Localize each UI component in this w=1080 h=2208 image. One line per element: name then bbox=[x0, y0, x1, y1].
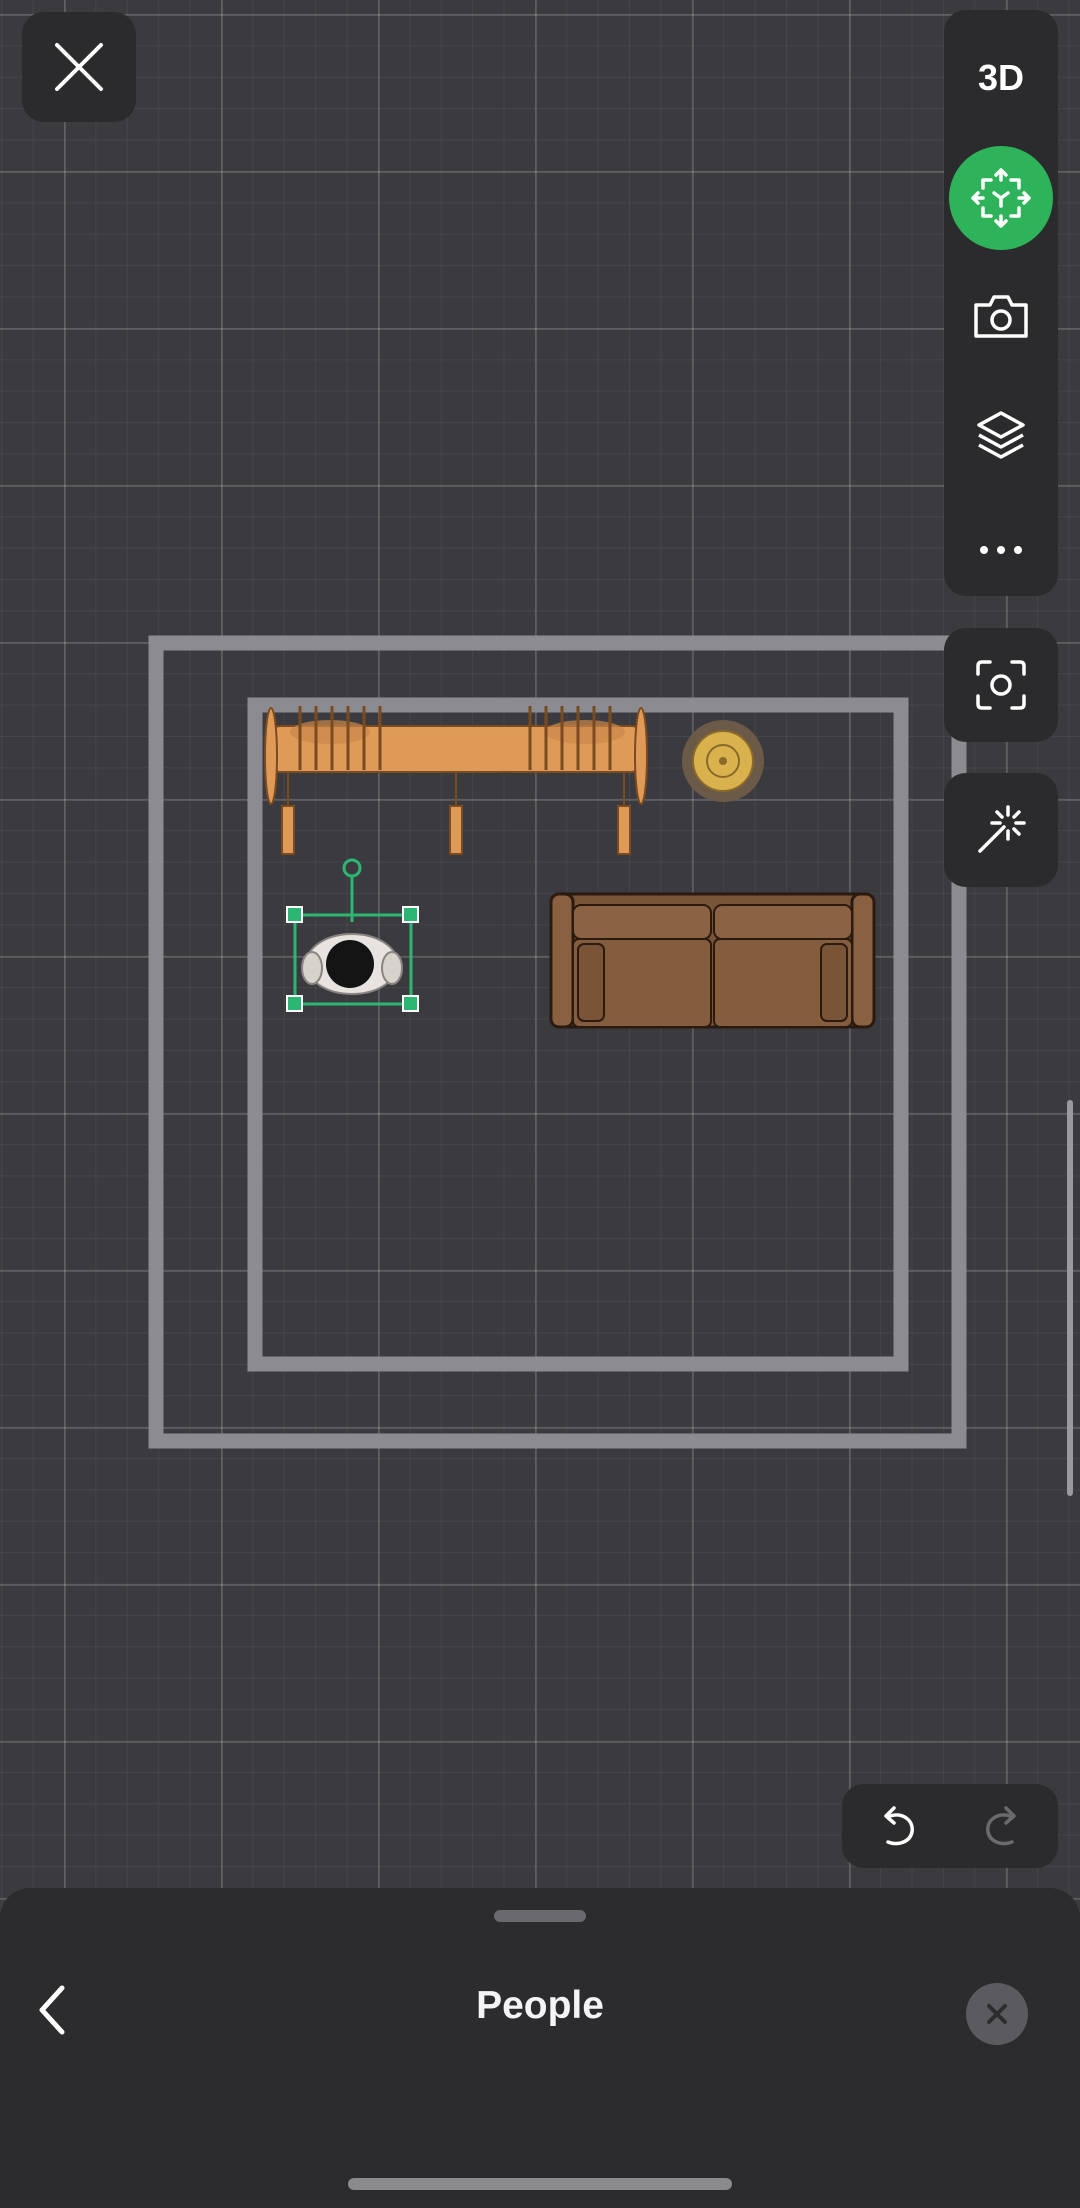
resize-handle[interactable] bbox=[402, 906, 419, 923]
scan-frame-icon bbox=[976, 660, 1026, 710]
camera-button[interactable] bbox=[944, 276, 1058, 356]
more-icon bbox=[980, 546, 1022, 554]
sheet-grabber[interactable] bbox=[494, 1910, 586, 1922]
close-button[interactable] bbox=[22, 12, 136, 122]
history-controls bbox=[842, 1784, 1058, 1868]
resize-handle[interactable] bbox=[286, 995, 303, 1012]
sheet-title: People bbox=[476, 1984, 604, 2027]
camera-icon bbox=[974, 295, 1028, 338]
floor-plan-canvas[interactable] bbox=[0, 0, 1080, 1888]
resize-handle[interactable] bbox=[402, 995, 419, 1012]
redo-button[interactable] bbox=[966, 1790, 1038, 1862]
layers-icon bbox=[977, 411, 1025, 459]
sofa[interactable] bbox=[549, 892, 876, 1029]
more-button[interactable] bbox=[944, 515, 1058, 585]
home-indicator bbox=[348, 2178, 732, 2190]
right-toolbar: 3D bbox=[944, 10, 1058, 596]
back-button[interactable] bbox=[22, 1970, 82, 2050]
inner-room-wall[interactable] bbox=[247, 697, 909, 1372]
redo-icon bbox=[986, 1806, 1016, 1846]
clear-button[interactable] bbox=[966, 1983, 1028, 2045]
close-icon bbox=[55, 43, 103, 91]
layers-button[interactable] bbox=[944, 395, 1058, 475]
bench-with-chairs[interactable] bbox=[264, 706, 648, 855]
chevron-left-icon bbox=[39, 1985, 65, 2035]
rotate-handle[interactable] bbox=[342, 858, 362, 878]
move-mode-button[interactable] bbox=[944, 134, 1058, 262]
clear-icon bbox=[987, 2004, 1007, 2024]
round-side-table[interactable] bbox=[682, 720, 764, 802]
view-3d-label: 3D bbox=[977, 57, 1025, 98]
person[interactable] bbox=[286, 858, 419, 1012]
undo-button[interactable] bbox=[862, 1790, 934, 1862]
vertical-scrollbar[interactable] bbox=[1067, 1100, 1073, 1496]
resize-handle[interactable] bbox=[286, 906, 303, 923]
view-3d-toggle[interactable]: 3D bbox=[944, 38, 1058, 118]
magic-button[interactable] bbox=[944, 773, 1058, 887]
move-arrows-icon bbox=[971, 168, 1031, 228]
undo-icon bbox=[884, 1806, 914, 1846]
magic-wand-icon bbox=[978, 805, 1026, 853]
scan-button[interactable] bbox=[944, 628, 1058, 742]
bottom-sheet: People bbox=[0, 1888, 1080, 2208]
